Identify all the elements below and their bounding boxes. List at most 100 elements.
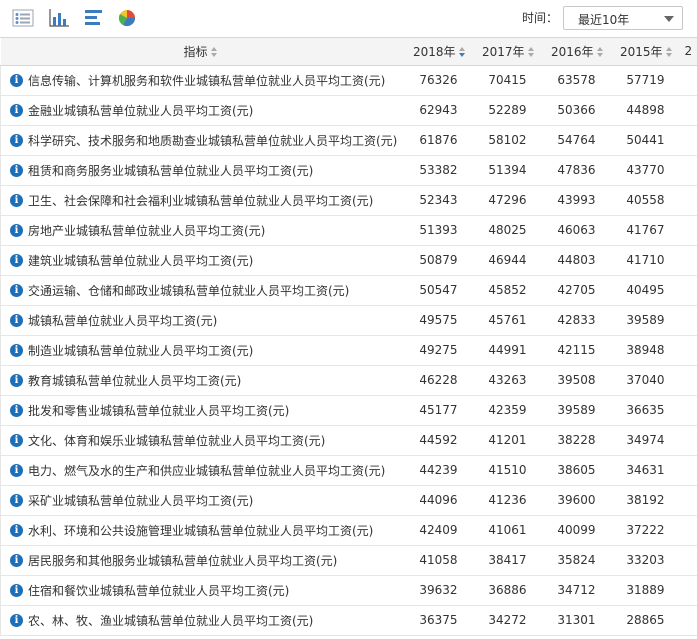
pie-chart-icon[interactable] (117, 8, 139, 28)
value-cell: 37222 (608, 515, 677, 545)
table-row: i居民服务和其他服务业城镇私营单位就业人员平均工资(元)410583841735… (1, 545, 697, 575)
value-cell: 39600 (539, 485, 608, 515)
info-icon[interactable]: i (10, 404, 23, 417)
info-icon[interactable]: i (10, 194, 23, 207)
value-cell: 36375 (401, 605, 470, 635)
sort-icon[interactable] (211, 47, 218, 57)
value-cell-partial (677, 545, 697, 575)
sort-icon[interactable] (528, 47, 535, 57)
time-range-select[interactable]: 最近10年 (563, 6, 683, 30)
value-cell: 44803 (539, 245, 608, 275)
value-cell-partial (677, 305, 697, 335)
value-cell: 52289 (470, 95, 539, 125)
data-table-container: 指标 2018年 2017年 2016年 2015年 2 i 信息传输、计算机服务… (0, 37, 697, 639)
info-icon[interactable]: i (10, 494, 23, 507)
value-cell: 42833 (539, 305, 608, 335)
value-cell: 62943 (401, 95, 470, 125)
info-icon[interactable]: i (10, 374, 23, 387)
info-icon[interactable]: i (10, 584, 23, 597)
value-cell: 39589 (539, 395, 608, 425)
data-table: 指标 2018年 2017年 2016年 2015年 2 i 信息传输、计算机服务… (0, 38, 697, 636)
table-row: i科学研究、技术服务和地质勘查业城镇私营单位就业人员平均工资(元)6187658… (1, 125, 697, 155)
sort-icon[interactable] (597, 47, 604, 57)
indicator-name: 科学研究、技术服务和地质勘查业城镇私营单位就业人员平均工资(元) (28, 134, 397, 148)
header-year-2017[interactable]: 2017年 (470, 38, 539, 65)
value-cell: 43770 (608, 155, 677, 185)
table-row: i水利、环境和公共设施管理业城镇私营单位就业人员平均工资(元)424094106… (1, 515, 697, 545)
indicator-cell: i租赁和商务服务业城镇私营单位就业人员平均工资(元) (1, 155, 401, 185)
table-row: i电力、燃气及水的生产和供应业城镇私营单位就业人员平均工资(元)44239415… (1, 455, 697, 485)
value-cell: 57719 (608, 65, 677, 95)
info-icon[interactable]: i (10, 344, 23, 357)
table-row: i交通运输、仓储和邮政业城镇私营单位就业人员平均工资(元)50547458524… (1, 275, 697, 305)
info-icon[interactable]: i (10, 134, 23, 147)
value-cell: 44239 (401, 455, 470, 485)
sort-desc-icon[interactable] (459, 47, 466, 57)
header-year-partial[interactable]: 2 (677, 38, 697, 65)
value-cell: 70415 (470, 65, 539, 95)
value-cell-partial (677, 275, 697, 305)
list-view-icon[interactable] (12, 8, 34, 28)
table-row: i房地产业城镇私营单位就业人员平均工资(元)513934802546063417… (1, 215, 697, 245)
info-icon[interactable]: i (10, 434, 23, 447)
indicator-name: 信息传输、计算机服务和软件业城镇私营单位就业人员平均工资(元) (28, 74, 385, 88)
value-cell: 38228 (539, 425, 608, 455)
info-icon[interactable]: i (10, 254, 23, 267)
info-icon[interactable]: i (10, 104, 23, 117)
indicator-name: 建筑业城镇私营单位就业人员平均工资(元) (28, 254, 253, 268)
sort-icon[interactable] (666, 47, 673, 57)
info-icon[interactable]: i (10, 164, 23, 177)
indicator-cell: i 信息传输、计算机服务和软件业城镇私营单位就业人员平均工资(元) (1, 65, 401, 95)
indicator-name: 城镇私营单位就业人员平均工资(元) (28, 314, 217, 328)
table-row: i卫生、社会保障和社会福利业城镇私营单位就业人员平均工资(元)523434729… (1, 185, 697, 215)
indicator-cell: i 科学研究、技术服务和地质勘查业城镇私营单位就业人员平均工资(元) (1, 125, 401, 155)
toolbar: 时间： 最近10年 (0, 0, 697, 36)
value-cell: 49575 (401, 305, 470, 335)
value-cell: 38605 (539, 455, 608, 485)
info-icon[interactable]: i (10, 314, 23, 327)
indicator-cell: i 采矿业城镇私营单位就业人员平均工资(元) (1, 485, 401, 515)
value-cell: 42359 (470, 395, 539, 425)
value-cell: 31889 (608, 575, 677, 605)
header-year-2016[interactable]: 2016年 (539, 38, 608, 65)
value-cell-partial (677, 365, 697, 395)
indicator-name: 采矿业城镇私营单位就业人员平均工资(元) (28, 494, 253, 508)
horizontal-bar-icon[interactable] (83, 8, 105, 28)
value-cell: 40558 (608, 185, 677, 215)
info-icon[interactable]: i (10, 74, 23, 87)
indicator-cell: i 教育城镇私营单位就业人员平均工资(元) (1, 365, 401, 395)
info-icon[interactable]: i (10, 554, 23, 567)
info-icon[interactable]: i (10, 224, 23, 237)
header-indicator[interactable]: 指标 (1, 38, 401, 65)
value-cell: 49275 (401, 335, 470, 365)
value-cell: 44898 (608, 95, 677, 125)
info-icon[interactable]: i (10, 524, 23, 537)
indicator-name: 文化、体育和娱乐业城镇私营单位就业人员平均工资(元) (28, 434, 325, 448)
info-icon[interactable]: i (10, 284, 23, 297)
value-cell: 53382 (401, 155, 470, 185)
value-cell-partial (677, 245, 697, 275)
chevron-down-icon[interactable] (664, 16, 674, 22)
table-row: i文化、体育和娱乐业城镇私营单位就业人员平均工资(元)4459241201382… (1, 425, 697, 455)
value-cell: 39589 (608, 305, 677, 335)
value-cell: 52343 (401, 185, 470, 215)
indicator-cell: i制造业城镇私营单位就业人员平均工资(元) (1, 335, 401, 365)
value-cell-partial (677, 95, 697, 125)
value-cell: 61876 (401, 125, 470, 155)
header-year-2015[interactable]: 2015年 (608, 38, 677, 65)
value-cell: 36635 (608, 395, 677, 425)
indicator-cell: i交通运输、仓储和邮政业城镇私营单位就业人员平均工资(元) (1, 275, 401, 305)
header-year-2018[interactable]: 2018年 (401, 38, 470, 65)
value-cell: 50366 (539, 95, 608, 125)
indicator-cell: i居民服务和其他服务业城镇私营单位就业人员平均工资(元) (1, 545, 401, 575)
info-icon[interactable]: i (10, 614, 23, 627)
indicator-name: 教育城镇私营单位就业人员平均工资(元) (28, 374, 241, 388)
info-icon[interactable]: i (10, 464, 23, 477)
table-row: i信息传输、计算机服务和软件业城镇私营单位就业人员平均工资(元)76326704… (1, 65, 697, 95)
value-cell: 51393 (401, 215, 470, 245)
value-cell-partial (677, 65, 697, 95)
bar-chart-icon[interactable] (48, 8, 70, 28)
indicator-name: 房地产业城镇私营单位就业人员平均工资(元) (28, 224, 265, 238)
value-cell-partial (677, 515, 697, 545)
value-cell-partial (677, 335, 697, 365)
